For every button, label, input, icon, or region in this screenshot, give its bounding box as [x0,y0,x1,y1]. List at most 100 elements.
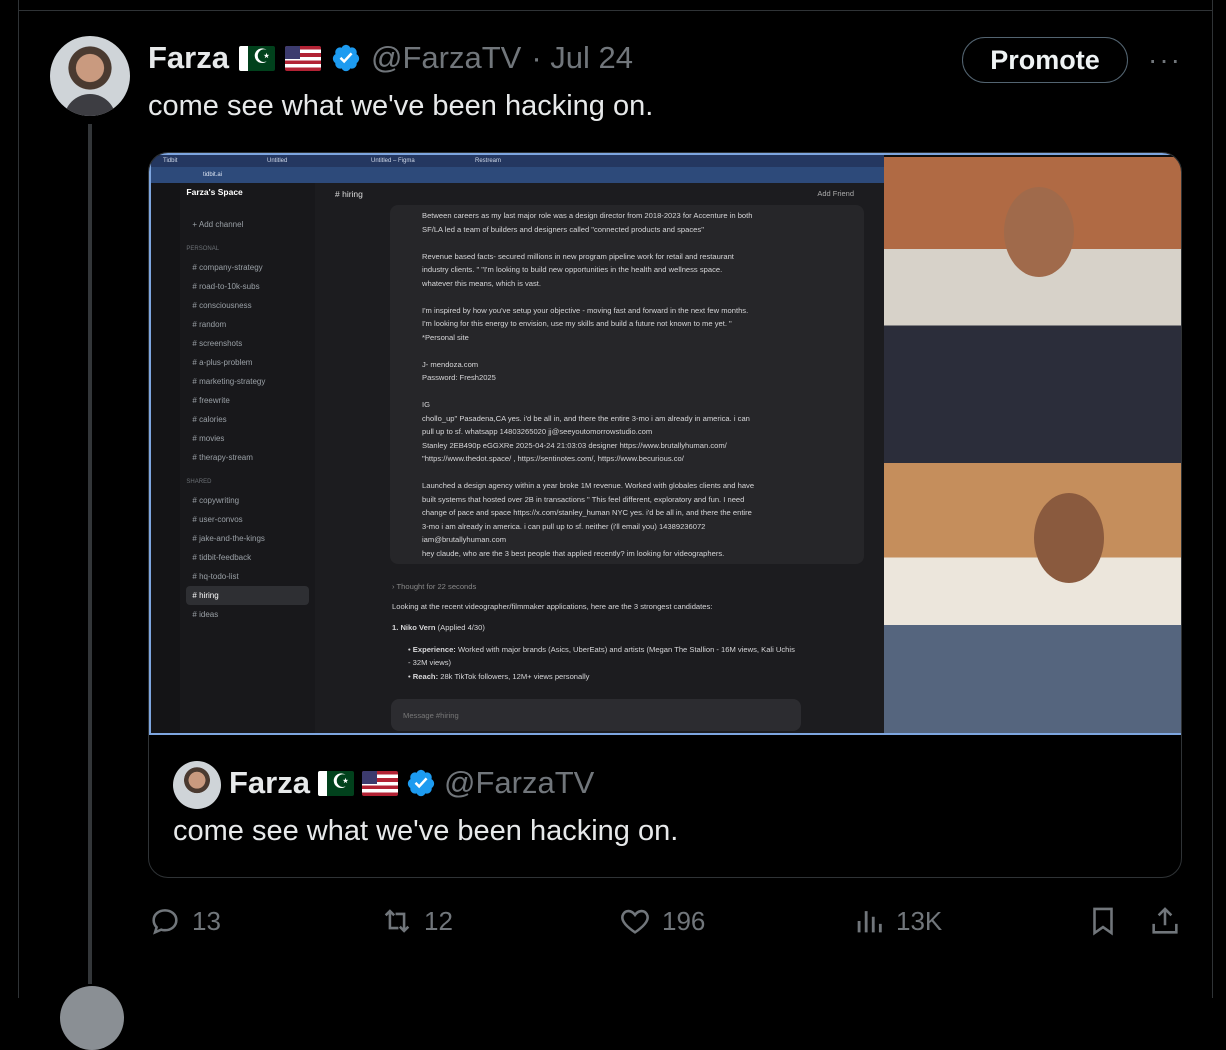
message-line: I'm looking for this energy to envision,… [422,319,732,328]
message-line [422,385,832,399]
heart-icon [621,909,649,934]
message-line [422,466,832,480]
timeline-right-border [1212,0,1213,998]
sidebar-channel-jake-and-the-kings: # jake-and-the-kings [192,534,265,543]
reply-button[interactable]: 13 [148,904,221,938]
views-count: 13K [896,905,943,936]
browser-tab: Untitled [267,158,288,164]
channel-label: freewrite [199,396,230,405]
author-handle[interactable]: @FarzaTV [371,40,521,76]
sidebar-channel-movies: # movies [192,434,225,443]
person-head [1004,187,1074,277]
channel-label: ideas [199,610,219,619]
reply-intro: Looking at the recent videographer/filmm… [392,601,713,611]
quoted-tweet-header: Farza @FarzaTV [229,765,594,801]
sidebar-channel-calories: # calories [192,415,227,424]
chat-pane: # hiring Add Friend Between careers as my… [315,183,884,733]
message-line: Revenue based facts- secured millions in… [422,251,734,261]
thread-connector-line [88,124,92,984]
message-line: Password: Fresh2025 [422,373,496,382]
browser-tab: Tidbit [163,158,178,164]
candidate-experience: • Experience: Worked with major brands (… [408,644,795,668]
verified-badge-icon[interactable] [331,43,361,73]
sidebar-channel-copywriting: # copywriting [192,496,240,505]
screen-recording: Tidbit Untitled Untitled – Figma Restrea… [151,155,884,733]
personal-channel-list: # company-strategy # road-to-10k-subs # co… [186,258,309,467]
quoted-tweet[interactable]: Farza @FarzaTV come see what we've been … [149,735,1181,877]
message-line: J- mendoza.com [422,359,479,369]
quoted-tweet-text: come see what we've been hacking on. [173,815,679,847]
add-friend-label: Add Friend [817,189,854,198]
channel-label: therapy-stream [199,453,253,462]
author-avatar[interactable] [50,36,130,116]
pakistan-flag-icon [238,45,275,71]
quoted-media-card[interactable]: Tidbit Untitled Untitled – Figma Restrea… [148,152,1182,878]
webcam-feed-bottom [884,463,1181,733]
share-button[interactable] [1148,904,1182,938]
sidebar-channel-user-convos: # user-convos [192,515,243,524]
thought-label: Thought for 22 seconds [396,582,477,591]
message-line: Stanley 2EB490p eGGXRe 2025-04-24 21:03:… [422,440,727,450]
sidebar-channel-consciousness: # consciousness [192,301,252,310]
embedded-video[interactable]: Tidbit Untitled Untitled – Figma Restrea… [149,153,1181,735]
more-options-icon[interactable]: ··· [1148,44,1180,75]
like-count: 196 [662,905,706,936]
message-line: IG [422,400,431,409]
channel-label: road-to-10k-subs [199,282,260,291]
bookmark-button[interactable] [1086,904,1120,938]
message-line: 3-mo i am already in america. i can pull… [422,521,706,531]
browser-tab-bar: Tidbit Untitled Untitled – Figma Restrea… [151,155,884,167]
reach-label: Reach: [412,671,439,681]
space-name: Farza's Space [186,187,243,197]
channel-label: hiring [199,591,219,600]
channel-label: hq-todo-list [199,572,239,581]
candidate-title: 1. Niko Vern [392,623,436,632]
timeline-left-border [18,0,19,998]
message-line [422,236,832,250]
tweet-date[interactable]: · Jul 24 [531,40,633,76]
candidate-applied: (Applied 4/30) [437,623,485,632]
app-rail [151,183,181,733]
message-line: Launched a design agency within a year b… [422,481,755,490]
quoted-author-avatar [173,761,221,809]
repost-button[interactable]: 12 [380,904,453,938]
message-line: Between careers as my last major role wa… [422,211,753,220]
webcam-feed-top [884,157,1181,463]
sidebar-channel-marketing-strategy: # marketing-strategy [192,377,266,386]
sidebar-channel-screenshots: # screenshots [192,339,243,348]
reach-text: 28k TikTok followers, 12M+ views persona… [440,671,590,681]
next-tweet-avatar[interactable] [60,986,124,1050]
tweet-action-bar: 13 12 196 13K [148,896,1182,952]
message-line: pull up to sf. whatsapp 14803265020 jj@s… [422,427,653,436]
experience-label: Experience: [412,644,456,654]
message-line: chollo_up" Pasadena,CA yes. i'd be all i… [422,413,750,423]
channel-label: calories [199,415,227,424]
tweet-header: Farza @FarzaTV · Jul 24 [148,38,633,78]
message-line: iam@brutallyhuman.com [422,535,507,544]
author-name[interactable]: Farza [148,40,229,76]
quoted-author-handle: @FarzaTV [443,765,595,800]
message-line: SF/LA led a team of builders and designe… [422,224,704,234]
views-button[interactable]: 13K [852,904,942,938]
pakistan-flag-icon [317,770,354,796]
message-input: Message #hiring [391,699,801,731]
sidebar-channel-freewrite: # freewrite [192,396,230,405]
sidebar-channel-tidbit-feedback: # tidbit-feedback [192,553,252,562]
sidebar-channel-ideas: # ideas [192,610,219,619]
message-line: hey claude, who are the 3 best people th… [422,548,725,558]
sidebar-channel-random: # random [192,320,227,329]
channel-header: # hiring Add Friend [335,183,864,205]
channel-label: movies [199,434,225,443]
shared-section-label: SHARED [186,479,212,485]
reply-icon [152,909,178,935]
add-channel: + Add channel [192,220,244,229]
like-button[interactable]: 196 [618,904,705,938]
message-line: whatever this means, which is vast. [422,278,542,288]
sidebar-channel-therapy-stream: # therapy-stream [192,453,253,462]
promote-button[interactable]: Promote [962,37,1128,83]
repost-count: 12 [424,905,453,936]
sidebar-channel-a-plus-problem: # a-plus-problem [192,358,253,367]
message-line [422,344,832,358]
channel-label: copywriting [199,496,240,505]
sidebar-channel-road-to-10k-subs: # road-to-10k-subs [192,282,260,291]
